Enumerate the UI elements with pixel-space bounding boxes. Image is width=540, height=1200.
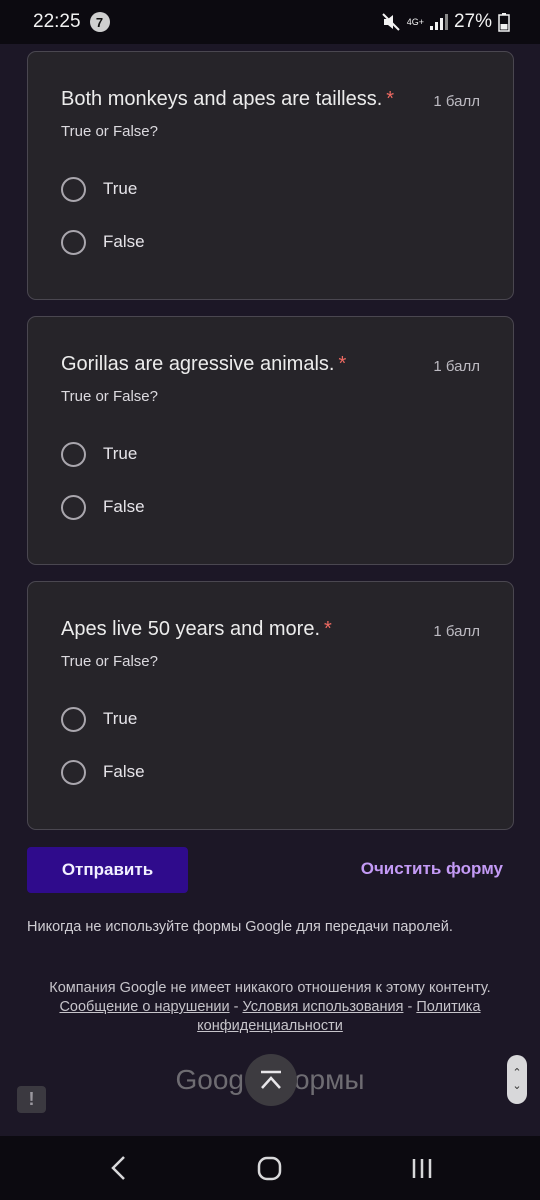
signal-icon: [429, 14, 448, 30]
question-description: True or False?: [61, 388, 158, 405]
clear-form-button[interactable]: Очистить форму: [361, 859, 503, 879]
option-false[interactable]: False: [61, 493, 145, 521]
question-title: Apes live 50 years and more. *: [61, 618, 332, 640]
scroll-to-top-icon: [261, 1070, 281, 1089]
radio-button[interactable]: [61, 494, 86, 520]
password-notice: Никогда не используйте формы Google для …: [27, 919, 453, 935]
question-card: Gorillas are agressive animals. * 1 балл …: [27, 316, 514, 565]
question-points: 1 балл: [433, 358, 480, 375]
separator: -: [233, 999, 239, 1015]
option-false[interactable]: False: [61, 228, 145, 256]
system-nav-bar: [0, 1136, 540, 1200]
status-right: 4G+ 27%: [381, 11, 510, 33]
option-label: False: [103, 232, 145, 251]
question-title: Both monkeys and apes are tailless. *: [61, 88, 395, 110]
battery-percent: 27%: [453, 11, 492, 32]
submit-button[interactable]: Отправить: [27, 847, 188, 893]
radio-button[interactable]: [61, 759, 86, 785]
legal-disclaimer: Компания Google не имеет никакого отноше…: [40, 979, 500, 1036]
home-icon[interactable]: [257, 1154, 283, 1182]
question-card: Both monkeys and apes are tailless. * 1 б…: [27, 51, 514, 300]
clock: 22:25: [33, 11, 81, 32]
chevron-down-icon: ⌄: [512, 1079, 522, 1092]
option-label: True: [103, 444, 138, 463]
scroll-handle[interactable]: ⌃ ⌄: [507, 1055, 527, 1104]
back-icon[interactable]: [108, 1154, 130, 1182]
network-type: 4G+: [406, 16, 424, 27]
legal-text: Компания Google не имеет никакого отноше…: [49, 980, 491, 996]
question-title: Gorillas are agressive animals. *: [61, 353, 347, 375]
question-points: 1 балл: [433, 93, 480, 110]
option-true[interactable]: True: [61, 175, 137, 203]
question-points: 1 балл: [433, 623, 480, 640]
logo-left: Goog: [175, 1064, 244, 1095]
option-label: False: [103, 497, 145, 516]
separator: -: [407, 999, 413, 1015]
question-description: True or False?: [61, 123, 158, 140]
recents-icon[interactable]: [410, 1154, 434, 1182]
question-description: True or False?: [61, 653, 158, 670]
radio-button[interactable]: [61, 176, 86, 202]
question-card: Apes live 50 years and more. * 1 балл Tru…: [27, 581, 514, 830]
required-asterisk: *: [338, 353, 347, 375]
chevron-up-icon: ⌃: [512, 1066, 522, 1079]
required-asterisk: *: [386, 88, 395, 110]
terms-link[interactable]: Условия использования: [243, 999, 404, 1015]
logo-right: ормы: [293, 1064, 365, 1095]
option-label: False: [103, 762, 145, 781]
radio-button[interactable]: [61, 441, 86, 467]
report-icon[interactable]: !: [17, 1086, 46, 1113]
battery-icon: [498, 13, 510, 32]
option-label: True: [103, 709, 138, 728]
option-label: True: [103, 179, 138, 198]
option-true[interactable]: True: [61, 705, 137, 733]
required-asterisk: *: [324, 618, 332, 640]
option-true[interactable]: True: [61, 440, 137, 468]
report-abuse-link[interactable]: Сообщение о нарушении: [59, 999, 229, 1015]
status-left: 22:25 7: [33, 11, 110, 33]
radio-button[interactable]: [61, 229, 86, 255]
scroll-to-top-button[interactable]: [245, 1054, 297, 1106]
option-false[interactable]: False: [61, 758, 145, 786]
notification-count-badge: 7: [89, 12, 110, 32]
status-bar: 22:25 7 4G+ 27%: [0, 0, 540, 44]
radio-button[interactable]: [61, 706, 86, 732]
mute-icon: [381, 13, 400, 31]
